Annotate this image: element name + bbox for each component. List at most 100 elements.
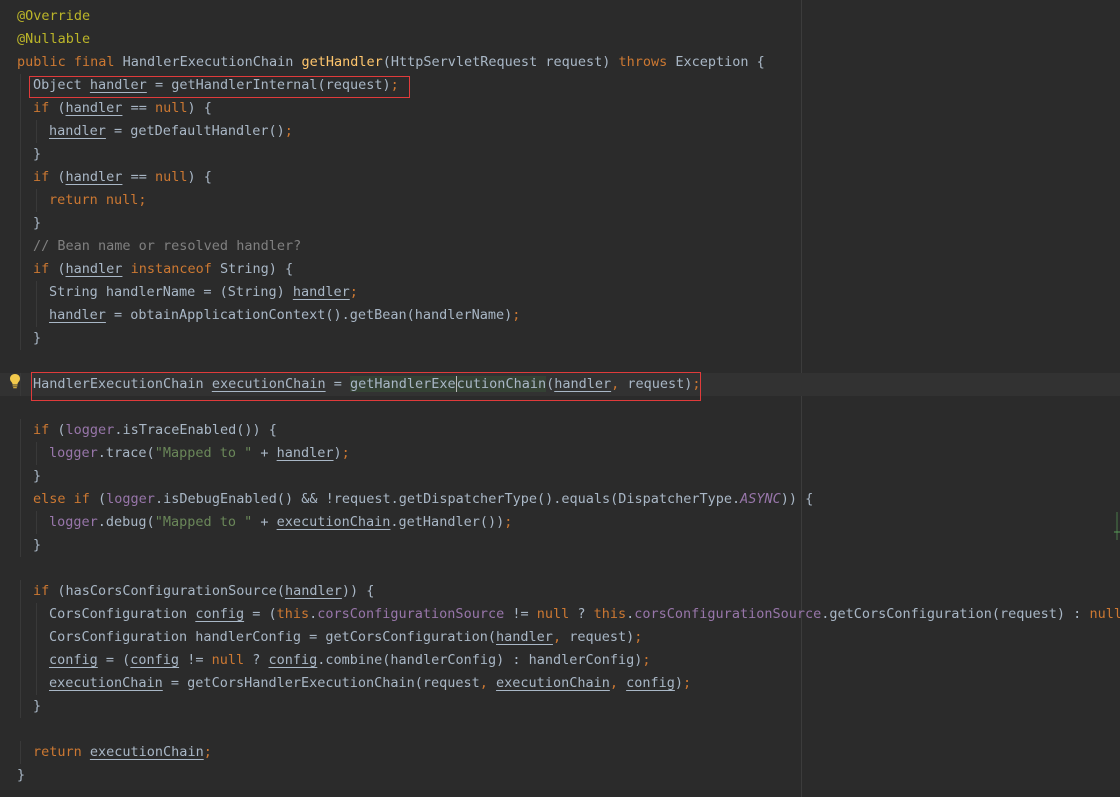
lightbulb-icon[interactable] [9, 373, 21, 389]
code-line[interactable]: logger.debug("Mapped to " + executionCha… [0, 511, 1120, 534]
code-token: ( [546, 376, 555, 392]
code-token: (hasCorsConfigurationSource( [57, 583, 285, 599]
indent-guide [20, 580, 21, 603]
code-text: public final HandlerExecutionChain getHa… [17, 51, 765, 74]
code-token: ; [504, 514, 513, 530]
code-line[interactable]: HandlerExecutionChain executionChain = g… [0, 373, 1120, 396]
code-line[interactable]: handler = getDefaultHandler(); [0, 120, 1120, 143]
code-token: ; [349, 284, 358, 300]
code-token: .trace( [97, 445, 155, 461]
code-token: , [611, 376, 628, 392]
code-token: public final [17, 54, 123, 70]
indent-guide [20, 189, 21, 212]
code-token: handler [496, 629, 553, 645]
code-line[interactable]: Object handler = getHandlerInternal(requ… [0, 74, 1120, 97]
code-token: ; [390, 77, 399, 93]
indent-guide [20, 258, 21, 281]
indent-guide [20, 442, 21, 465]
code-text: } [33, 327, 41, 350]
code-line[interactable]: executionChain = getCorsHandlerExecution… [0, 672, 1120, 695]
code-token: handler [49, 123, 106, 139]
code-token: ; [512, 307, 521, 323]
code-line[interactable]: } [0, 465, 1120, 488]
code-line[interactable]: if (handler instanceof String) { [0, 258, 1120, 281]
code-token: } [17, 767, 26, 783]
code-text: } [17, 764, 25, 787]
code-token: .combine(handlerConfig) : handlerConfig) [317, 652, 643, 668]
code-line[interactable]: @Nullable [0, 28, 1120, 51]
code-token: ) [674, 675, 684, 691]
code-token: = ( [97, 652, 131, 668]
indent-guide [20, 603, 21, 626]
code-token: this [593, 606, 627, 622]
code-line[interactable]: if (handler == null) { [0, 166, 1120, 189]
code-token: "Mapped to " [154, 514, 253, 530]
code-token: } [33, 330, 42, 346]
code-line[interactable]: } [0, 212, 1120, 235]
code-lines[interactable]: @Override @Nullable public final HandlerEx… [0, 5, 1120, 787]
code-line[interactable] [0, 718, 1120, 741]
code-token: String) { [219, 261, 294, 277]
code-line[interactable]: if (handler == null) { [0, 97, 1120, 120]
code-line[interactable]: // Bean name or resolved handler? [0, 235, 1120, 258]
code-token: == [122, 100, 155, 116]
code-line[interactable]: } [0, 764, 1120, 787]
code-token: return [33, 744, 90, 760]
code-token: config [268, 652, 318, 668]
code-line[interactable]: handler = obtainApplicationContext().get… [0, 304, 1120, 327]
code-line[interactable]: else if (logger.isDebugEnabled() && !req… [0, 488, 1120, 511]
code-token: handler [65, 100, 123, 116]
code-token: handler [65, 261, 123, 277]
code-token: ) { [187, 169, 212, 185]
code-token: throws [618, 54, 676, 70]
indent-guide [20, 327, 21, 350]
code-line[interactable]: if (logger.isTraceEnabled()) { [0, 419, 1120, 442]
code-line[interactable]: config = (config != null ? config.combin… [0, 649, 1120, 672]
code-token: handler [554, 376, 612, 392]
code-text: handler = getDefaultHandler(); [49, 120, 293, 143]
code-token: } [33, 698, 42, 714]
code-line[interactable]: String handlerName = (String) handler; [0, 281, 1120, 304]
indent-guide [20, 626, 21, 649]
code-token: ; [692, 376, 701, 392]
code-line[interactable] [0, 557, 1120, 580]
code-token: } [33, 468, 42, 484]
code-line[interactable] [0, 396, 1120, 419]
code-line[interactable]: } [0, 695, 1120, 718]
code-token: corsConfigurationSource [634, 606, 822, 622]
code-token: else if [33, 491, 99, 507]
code-token: null [154, 169, 188, 185]
code-token: if [33, 583, 58, 599]
code-line[interactable] [0, 350, 1120, 373]
code-line[interactable]: @Override [0, 5, 1120, 28]
indent-guide [20, 488, 21, 511]
code-text: } [33, 534, 41, 557]
code-token: if [33, 169, 58, 185]
code-text: if (handler instanceof String) { [33, 258, 293, 281]
code-token: handler [292, 284, 350, 300]
code-token: .getHandler()) [390, 514, 505, 530]
indent-guide [20, 741, 21, 764]
code-line[interactable]: return executionChain; [0, 741, 1120, 764]
code-text: if (logger.isTraceEnabled()) { [33, 419, 277, 442]
code-line[interactable]: if (hasCorsConfigurationSource(handler))… [0, 580, 1120, 603]
code-line[interactable]: } [0, 327, 1120, 350]
code-token: HandlerExecutionChain [122, 54, 302, 70]
indent-guide [36, 442, 37, 465]
code-token: config [626, 675, 675, 691]
code-line[interactable]: logger.trace("Mapped to " + handler); [0, 442, 1120, 465]
code-line[interactable]: } [0, 534, 1120, 557]
indent-guide [20, 281, 21, 304]
indent-guide [36, 189, 37, 212]
code-line[interactable]: } [0, 143, 1120, 166]
code-line[interactable]: CorsConfiguration config = (this.corsCon… [0, 603, 1120, 626]
code-line[interactable]: public final HandlerExecutionChain getHa… [0, 51, 1120, 74]
code-text: HandlerExecutionChain executionChain = g… [33, 373, 701, 396]
code-token: .getCorsConfiguration(request) : [821, 606, 1090, 622]
code-editor[interactable]: @Override @Nullable public final HandlerEx… [0, 0, 1120, 797]
code-line[interactable]: CorsConfiguration handlerConfig = getCor… [0, 626, 1120, 649]
code-line[interactable]: return null; [0, 189, 1120, 212]
indent-guide [20, 97, 21, 120]
code-token: != [504, 606, 537, 622]
code-text: } [33, 143, 41, 166]
